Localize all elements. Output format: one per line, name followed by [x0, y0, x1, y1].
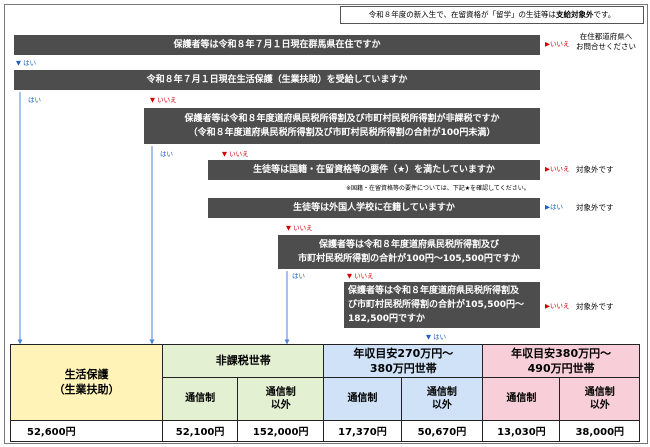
q1-no-label: ▶いいえ: [545, 40, 570, 48]
q5-yes-outcome: 対象外です: [576, 203, 614, 212]
q6-yes-label: はい: [292, 272, 305, 280]
question-tax-exempt-line1: 保護者等は令和８年度道府県民税所得割及び市町村民税所得割が非課税ですか: [184, 114, 500, 124]
sub-270-non-correspondence: 通信制 以外: [400, 376, 484, 421]
sub-tax-exempt-correspondence: 通信制: [162, 376, 239, 421]
amount-tax-exempt-correspondence: 52,100円: [162, 419, 239, 443]
sub-tax-exempt-non-correspondence: 通信制 以外: [237, 376, 325, 421]
question-foreign-school: 生徒等は外国人学校に在籍していますか: [208, 198, 540, 218]
q4-no-label: ▶いいえ: [545, 165, 570, 173]
question-income-band-1-line2: 市町村民税所得割の合計が100円～105,500円ですか: [298, 254, 520, 264]
sub-tax-exempt-non-correspondence-line1: 通信制: [265, 386, 296, 398]
question-nationality-text: 生徒等は国籍・在留資格等の要件（★）を満たしていますか: [253, 165, 495, 175]
sub-270-correspondence: 通信制: [323, 376, 402, 421]
nationality-footnote: ※国籍・在留資格等の要件については、下記★を確認してください。: [346, 185, 530, 192]
q2-yes-label: はい: [28, 96, 41, 104]
amount-270-non-correspondence: 50,670円: [400, 419, 484, 443]
question-tax-exempt: 保護者等は令和８年度道府県民税所得割及び市町村民税所得割が非課税ですか （令和８…: [144, 108, 540, 144]
question-income-band-1-line1: 保護者等は令和８年度道府県民税所得割及び: [318, 240, 499, 250]
sub-tax-exempt-non-correspondence-line2: 以外: [270, 399, 291, 411]
header-income-270-380-line1: 年収目安270万円～: [353, 346, 454, 360]
amount-270-correspondence: 17,370円: [323, 419, 402, 443]
q1-no-outcome: 在住都道府県へ お問合せください: [576, 32, 636, 52]
sub-270-non-correspondence-line1: 通信制: [426, 386, 457, 398]
q2-no-label: ▼ いいえ: [150, 96, 177, 104]
question-income-band-2: 保護者等は令和８年度道府県民税所得割及 び市町村民税所得割の合計が105,500…: [344, 282, 540, 328]
header-welfare-line1: 生活保護: [64, 368, 109, 382]
question-income-band-1: 保護者等は令和８年度道府県民税所得割及び 市町村民税所得割の合計が100円～10…: [278, 235, 540, 269]
header-income-270-380: 年収目安270万円～ 380万円世帯: [323, 344, 484, 378]
q7-yes-label: ▼ はい: [426, 333, 447, 341]
header-income-270-380-line2: 380万円世帯: [369, 361, 437, 375]
question-nationality: 生徒等は国籍・在留資格等の要件（★）を満たしていますか: [208, 160, 540, 180]
sub-380-correspondence: 通信制: [482, 376, 561, 421]
header-welfare: 生活保護 （生業扶助）: [9, 344, 164, 421]
q7-no-label: ▶いいえ: [545, 302, 570, 310]
question-income-band-2-line1: 保護者等は令和８年度道府県民税所得割及: [348, 286, 520, 296]
q5-no-label: ▼ いいえ: [286, 224, 313, 232]
q4-no-outcome: 対象外です: [576, 165, 614, 174]
header-income-380-490: 年収目安380万円～ 490万円世帯: [482, 344, 640, 378]
header-income-380-490-line1: 年収目安380万円～: [511, 346, 612, 360]
sub-380-non-correspondence-line1: 通信制: [584, 386, 615, 398]
question-welfare-text: 令和８年７月１日現在生活保護（生業扶助）を受給していますか: [146, 75, 408, 85]
sub-380-non-correspondence-line2: 以外: [589, 399, 610, 411]
header-tax-exempt: 非課税世帯: [162, 344, 325, 378]
amount-welfare: 52,600円: [9, 419, 164, 443]
sub-270-non-correspondence-line2: 以外: [431, 399, 452, 411]
question-income-band-2-line2: び市町村民税所得割の合計が105,500円～: [348, 300, 524, 310]
question-residency: 保護者等は令和８年７月１日現在群馬県在住ですか: [14, 35, 540, 55]
header-welfare-line2: （生業扶助）: [53, 383, 120, 397]
amount-380-correspondence: 13,030円: [482, 419, 561, 443]
q6-no-label: ▼ いいえ: [347, 272, 374, 280]
amount-tax-exempt-non-correspondence: 152,000円: [237, 419, 325, 443]
header-income-380-490-line2: 490万円世帯: [527, 361, 595, 375]
benefit-amount-table: 生活保護 （生業扶助） 非課税世帯 年収目安270万円～ 380万円世帯 年収目…: [9, 344, 640, 443]
q1-no-outcome-line1: 在住都道府県へ: [579, 32, 633, 41]
amount-380-non-correspondence: 38,000円: [559, 419, 640, 443]
q7-no-outcome: 対象外です: [576, 302, 614, 311]
question-residency-text: 保護者等は令和８年７月１日現在群馬県在住ですか: [173, 40, 381, 50]
q1-no-outcome-line2: お問合せください: [576, 42, 636, 51]
question-welfare: 令和８年７月１日現在生活保護（生業扶助）を受給していますか: [14, 70, 540, 90]
q5-yes-label: ▶はい: [545, 203, 563, 211]
question-tax-exempt-line2: （令和８年度道府県民税所得割及び市町村民税所得割の合計が100円未満）: [188, 128, 496, 138]
q3-yes-label: はい: [160, 150, 173, 158]
q1-yes-label: ▼ はい: [16, 59, 37, 67]
q3-no-label: ▼ いいえ: [222, 150, 249, 158]
question-income-band-2-line3: 182,500円ですか: [348, 314, 425, 324]
question-foreign-school-text: 生徒等は外国人学校に在籍していますか: [293, 203, 455, 213]
sub-380-non-correspondence: 通信制 以外: [559, 376, 640, 421]
